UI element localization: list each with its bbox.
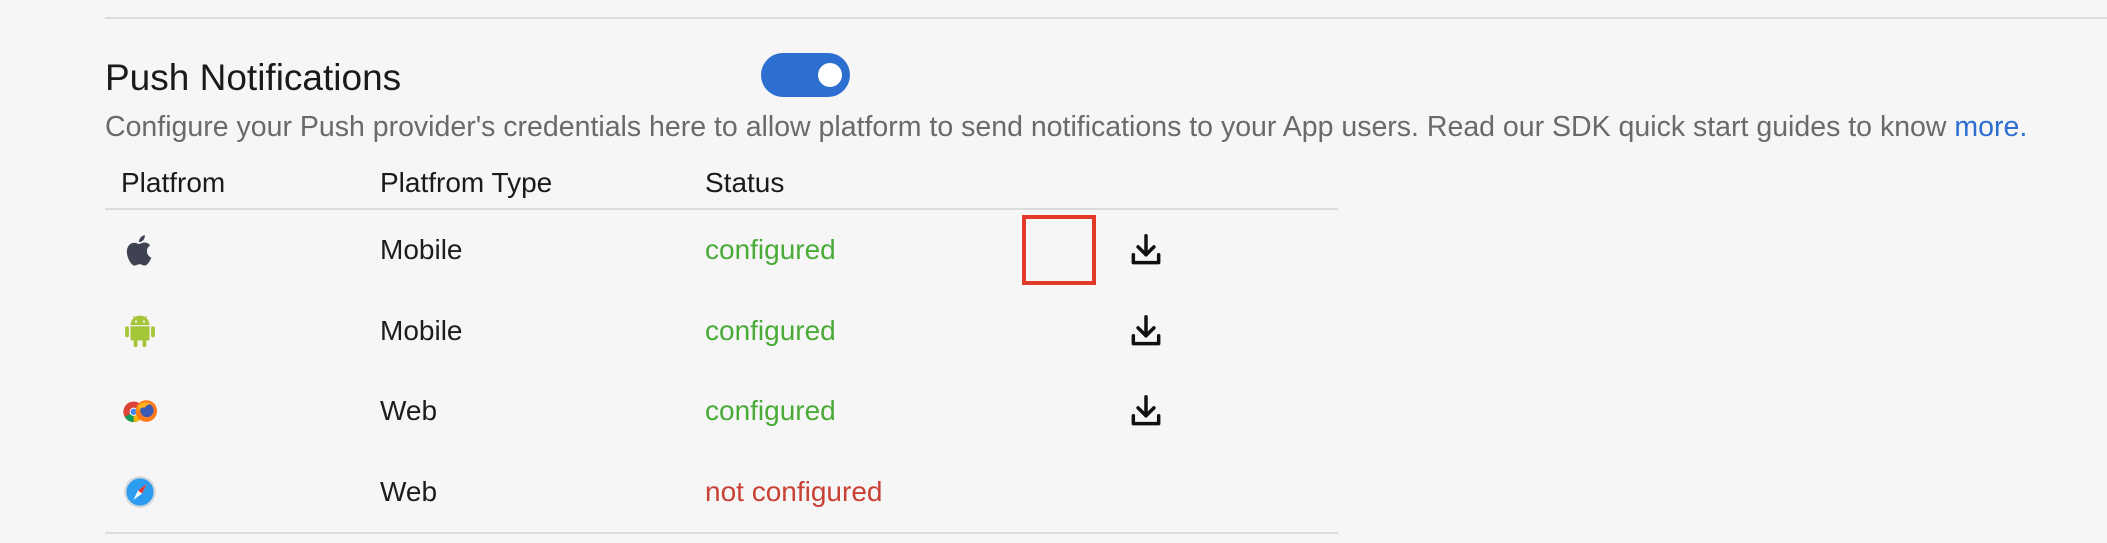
top-divider xyxy=(105,17,2107,19)
push-notifications-toggle[interactable] xyxy=(761,53,850,97)
highlight-box xyxy=(1022,215,1096,285)
more-link[interactable]: more. xyxy=(1954,111,2027,143)
status-text: configured xyxy=(705,234,836,266)
chrome-firefox-icon xyxy=(121,392,159,430)
toggle-knob xyxy=(818,63,842,87)
table-row: Mobile configured xyxy=(105,291,1338,372)
table-row: Mobile configured xyxy=(105,210,1338,291)
platform-table: Platfrom Platfrom Type Status Mobile con… xyxy=(105,160,1338,534)
header-platform: Platfrom xyxy=(121,167,226,198)
android-icon xyxy=(121,312,159,350)
table-row: Web not configured xyxy=(105,452,1338,533)
table-row: Web configured xyxy=(105,371,1338,452)
platform-type: Web xyxy=(380,475,438,507)
platform-type: Web xyxy=(380,395,438,427)
safari-icon xyxy=(121,473,159,511)
platform-type: Mobile xyxy=(380,234,463,266)
platform-type: Mobile xyxy=(380,314,463,346)
download-icon[interactable] xyxy=(1127,231,1165,269)
status-text: not configured xyxy=(705,475,883,507)
status-text: configured xyxy=(705,395,836,427)
header-status: Status xyxy=(705,167,785,198)
section-description: Configure your Push provider's credentia… xyxy=(105,110,2027,144)
description-text: Configure your Push provider's credentia… xyxy=(105,111,1955,143)
download-icon[interactable] xyxy=(1127,312,1165,350)
section-title: Push Notifications xyxy=(105,57,402,98)
apple-icon xyxy=(121,231,159,269)
table-bottom-divider xyxy=(105,532,1338,534)
table-header: Platfrom Platfrom Type Status xyxy=(105,160,1338,210)
table-body: Mobile configured Mobile configured Web … xyxy=(105,210,1338,534)
status-text: configured xyxy=(705,314,836,346)
header-platform-type: Platfrom Type xyxy=(380,167,553,198)
download-icon[interactable] xyxy=(1127,392,1165,430)
push-settings-page: Push Notifications Configure your Push p… xyxy=(0,0,2107,543)
